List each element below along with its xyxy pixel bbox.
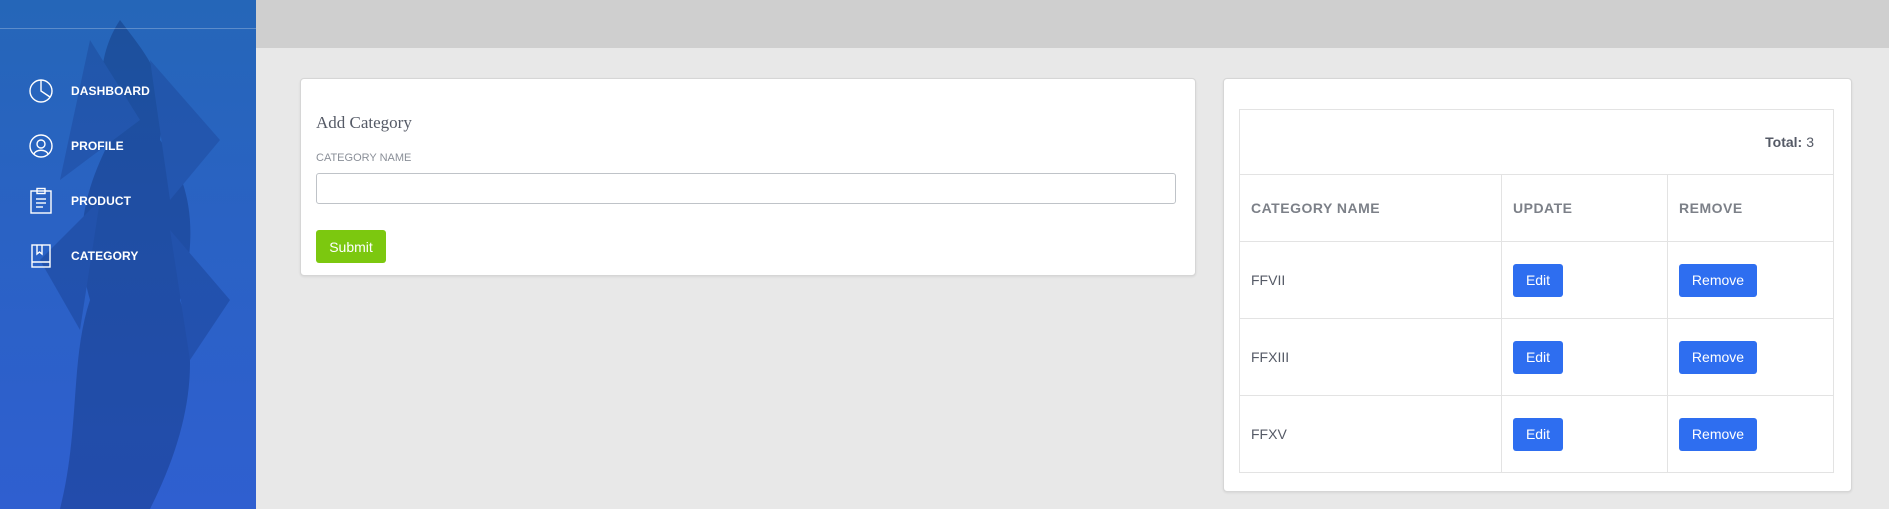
- remove-button[interactable]: Remove: [1679, 417, 1757, 451]
- form-title: Add Category: [316, 113, 412, 132]
- sidebar-item-product[interactable]: PRODUCT: [0, 173, 256, 228]
- clipboard-icon: [27, 187, 55, 215]
- edit-button[interactable]: Edit: [1513, 417, 1563, 451]
- remove-cell: Remove: [1667, 241, 1833, 319]
- column-header-category-name: CATEGORY NAME: [1240, 175, 1502, 242]
- sidebar-item-dashboard[interactable]: DASHBOARD: [0, 63, 256, 118]
- table: CATEGORY NAME UPDATE REMOVE FFVII Edit R…: [1240, 175, 1833, 472]
- sidebar-item-label: PROFILE: [71, 138, 124, 153]
- book-icon: [27, 242, 55, 270]
- sidebar-item-label: DASHBOARD: [71, 83, 150, 98]
- add-category-card: Add Category CATEGORY NAME Submit: [300, 78, 1196, 276]
- column-header-update: UPDATE: [1501, 175, 1668, 242]
- table-header-row: CATEGORY NAME UPDATE REMOVE: [1240, 175, 1833, 242]
- update-cell: Edit: [1501, 241, 1668, 319]
- remove-button[interactable]: Remove: [1679, 263, 1757, 297]
- edit-button[interactable]: Edit: [1513, 340, 1563, 374]
- edit-button[interactable]: Edit: [1513, 263, 1563, 297]
- sidebar-nav: DASHBOARD PROFILE PRODUCT CATEGORY: [0, 63, 256, 283]
- sidebar: DASHBOARD PROFILE PRODUCT CATEGORY: [0, 0, 256, 509]
- table-row: FFVII Edit Remove: [1240, 241, 1833, 319]
- update-cell: Edit: [1501, 318, 1668, 396]
- total-count: Total: 3: [1240, 110, 1833, 175]
- category-name-input[interactable]: [316, 173, 1176, 204]
- table-row: FFXIII Edit Remove: [1240, 318, 1833, 396]
- update-cell: Edit: [1501, 395, 1668, 472]
- column-header-remove: REMOVE: [1667, 175, 1833, 242]
- sidebar-header: [0, 0, 256, 29]
- total-value: 3: [1806, 134, 1814, 150]
- category-name-cell: FFXIII: [1240, 318, 1502, 396]
- sidebar-item-label: CATEGORY: [71, 248, 139, 263]
- top-bar: [256, 0, 1889, 48]
- pie-chart-icon: [27, 77, 55, 105]
- remove-cell: Remove: [1667, 395, 1833, 472]
- category-name-label: CATEGORY NAME: [316, 152, 412, 164]
- sidebar-item-label: PRODUCT: [71, 193, 132, 208]
- total-label: Total:: [1765, 134, 1803, 150]
- category-name-cell: FFXV: [1240, 395, 1502, 472]
- sidebar-item-profile[interactable]: PROFILE: [0, 118, 256, 173]
- category-table: Total: 3 CATEGORY NAME UPDATE REMOVE FFV…: [1239, 109, 1834, 473]
- table-row: FFXV Edit Remove: [1240, 395, 1833, 472]
- user-icon: [27, 132, 55, 160]
- category-table-card: Total: 3 CATEGORY NAME UPDATE REMOVE FFV…: [1223, 78, 1852, 492]
- submit-button[interactable]: Submit: [316, 230, 386, 263]
- remove-button[interactable]: Remove: [1679, 340, 1757, 374]
- category-name-cell: FFVII: [1240, 241, 1502, 319]
- remove-cell: Remove: [1667, 318, 1833, 396]
- sidebar-item-category[interactable]: CATEGORY: [0, 228, 256, 283]
